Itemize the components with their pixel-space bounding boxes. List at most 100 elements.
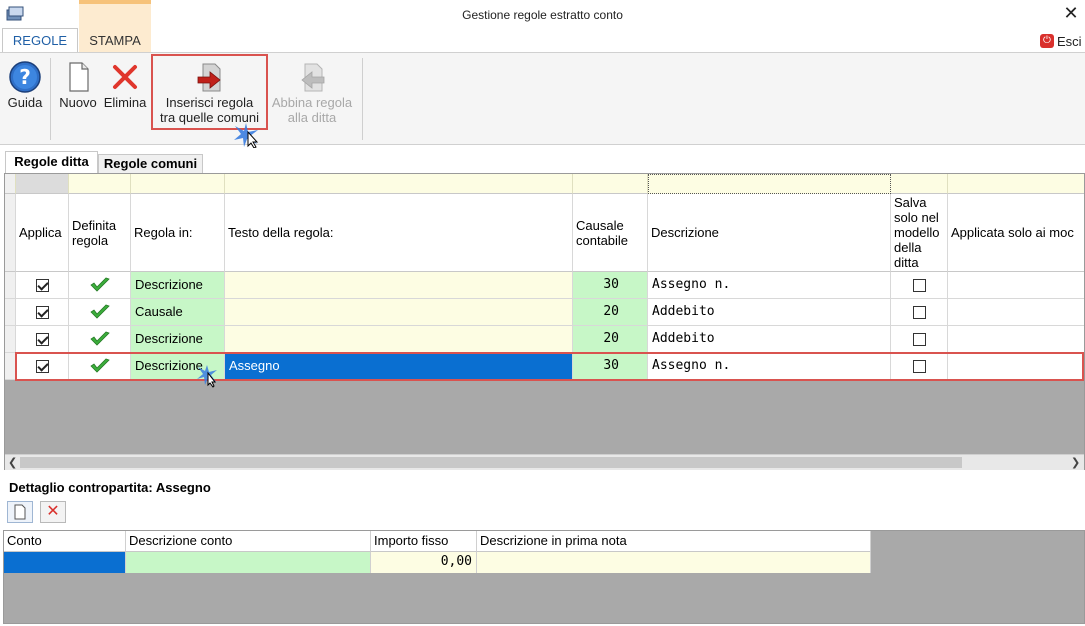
cell-descrizione-prima-nota[interactable] — [477, 552, 871, 573]
cell-testo[interactable] — [225, 272, 573, 299]
mouse-pointer-icon — [197, 365, 217, 388]
header-label: Applica — [19, 225, 62, 240]
cell-definita[interactable] — [69, 326, 131, 353]
cell-regola-in[interactable]: Descrizione — [131, 326, 225, 353]
nuovo-button[interactable]: Nuovo — [56, 61, 100, 110]
cell-applicata[interactable] — [948, 299, 1084, 326]
elimina-button[interactable]: Elimina — [101, 61, 149, 110]
header-label: Causale — [576, 217, 624, 233]
column-header-salva[interactable]: Salva solo nel modello della ditta — [891, 194, 948, 272]
scrollbar-thumb[interactable] — [20, 457, 962, 468]
salva-checkbox[interactable] — [912, 279, 926, 293]
table-row[interactable]: Descrizione 30 Assegno n. — [5, 272, 1084, 299]
cell-applicata[interactable] — [948, 272, 1084, 299]
scroll-right-icon[interactable]: ❯ — [1071, 456, 1080, 469]
cell-testo[interactable] — [225, 326, 573, 353]
filter-cell[interactable] — [131, 174, 225, 194]
close-window-button[interactable]: ✕ — [1062, 3, 1080, 23]
row-header-corner — [5, 194, 16, 272]
exit-button[interactable]: ⏻ Esci — [1040, 32, 1082, 50]
new-document-icon — [69, 62, 89, 92]
table-row[interactable]: Causale 20 Addebito — [5, 299, 1084, 326]
detail-new-button[interactable] — [7, 501, 33, 523]
header-label: Salva — [894, 195, 927, 210]
cell-causale[interactable]: 20 — [573, 299, 648, 326]
power-icon: ⏻ — [1040, 34, 1054, 48]
column-header-importo-fisso[interactable]: Importo fisso — [371, 531, 477, 552]
cell-applica[interactable] — [16, 299, 69, 326]
abbina-label-1: Abbina regola — [271, 95, 353, 110]
filter-cell[interactable] — [648, 174, 891, 194]
tab-regole-comuni[interactable]: Regole comuni — [98, 154, 203, 174]
inserisci-highlight-box — [151, 54, 268, 130]
filter-cell[interactable] — [948, 174, 1084, 194]
filter-cell — [5, 174, 16, 194]
scroll-left-icon[interactable]: ❮ — [8, 456, 17, 469]
cell-salva[interactable] — [891, 299, 948, 326]
cell-conto[interactable] — [4, 552, 126, 573]
filter-cell[interactable] — [16, 174, 69, 194]
header-label: Descrizione — [651, 225, 719, 240]
tab-regole-ditta[interactable]: Regole ditta — [5, 151, 98, 174]
abbina-regola-button[interactable]: Abbina regola alla ditta — [266, 61, 358, 125]
new-document-icon — [14, 504, 26, 520]
header-label: ditta — [894, 255, 919, 270]
cell-causale[interactable]: 20 — [573, 326, 648, 353]
header-label: Definita — [72, 217, 117, 233]
toolbar-separator — [362, 58, 363, 140]
applica-checkbox[interactable] — [35, 306, 49, 320]
cell-salva[interactable] — [891, 326, 948, 353]
cell-regola-in[interactable]: Causale — [131, 299, 225, 326]
header-label: Descrizione conto — [129, 533, 233, 548]
cell-descrizione[interactable]: Assegno n. — [648, 272, 891, 299]
detail-delete-button[interactable]: ✕ — [40, 501, 66, 523]
cell-applicata[interactable] — [948, 326, 1084, 353]
salva-checkbox[interactable] — [912, 333, 926, 347]
mouse-pointer-icon — [234, 123, 259, 148]
horizontal-scrollbar[interactable]: ❮ ❯ — [5, 454, 1084, 470]
cell-hdr — [5, 272, 16, 299]
column-header-applica[interactable]: Applica — [16, 194, 69, 272]
column-header-descrizione-conto[interactable]: Descrizione conto — [126, 531, 371, 552]
cell-descrizione[interactable]: Addebito — [648, 299, 891, 326]
link-arrow-document-icon — [301, 63, 325, 92]
table-row[interactable]: Descrizione 20 Addebito — [5, 326, 1084, 353]
column-header-testo[interactable]: Testo della regola: — [225, 194, 573, 272]
guida-button[interactable]: ? Guida — [5, 61, 45, 110]
column-header-conto[interactable]: Conto — [4, 531, 126, 552]
column-header-definita-regola[interactable]: Definita regola — [69, 194, 131, 272]
cell-causale[interactable]: 30 — [573, 272, 648, 299]
abbina-label-2: alla ditta — [287, 110, 337, 125]
cell-hdr — [5, 299, 16, 326]
cell-applica[interactable] — [16, 272, 69, 299]
cell-descrizione[interactable]: Addebito — [648, 326, 891, 353]
cell-definita[interactable] — [69, 299, 131, 326]
svg-text:?: ? — [19, 65, 31, 89]
applica-checkbox[interactable] — [35, 279, 49, 293]
cell-importo-fisso[interactable]: 0,00 — [371, 552, 477, 573]
salva-checkbox[interactable] — [912, 306, 926, 320]
header-label: della — [894, 240, 922, 255]
tab-regole[interactable]: REGOLE — [2, 28, 78, 53]
cell-definita[interactable] — [69, 272, 131, 299]
cell-salva[interactable] — [891, 272, 948, 299]
column-header-causale-contabile[interactable]: Causale contabile — [573, 194, 648, 272]
cell-descrizione-conto[interactable] — [126, 552, 371, 573]
filter-cell[interactable] — [891, 174, 948, 194]
applica-checkbox[interactable] — [35, 333, 49, 347]
tab-stampa[interactable]: STAMPA — [79, 4, 151, 53]
header-label: Regola in: — [134, 225, 193, 240]
column-header-regola-in[interactable]: Regola in: — [131, 194, 225, 272]
column-header-descrizione[interactable]: Descrizione — [648, 194, 891, 272]
guida-label: Guida — [7, 95, 43, 110]
filter-cell[interactable] — [225, 174, 573, 194]
filter-cell[interactable] — [69, 174, 131, 194]
column-header-applicata[interactable]: Applicata solo ai moc — [948, 194, 1084, 272]
filter-cell[interactable] — [573, 174, 648, 194]
cell-testo[interactable] — [225, 299, 573, 326]
column-header-descrizione-prima-nota[interactable]: Descrizione in prima nota — [477, 531, 871, 552]
cell-regola-in[interactable]: Descrizione — [131, 272, 225, 299]
header-label: Importo fisso — [374, 533, 449, 548]
cell-applica[interactable] — [16, 326, 69, 353]
green-check-icon — [90, 277, 110, 292]
